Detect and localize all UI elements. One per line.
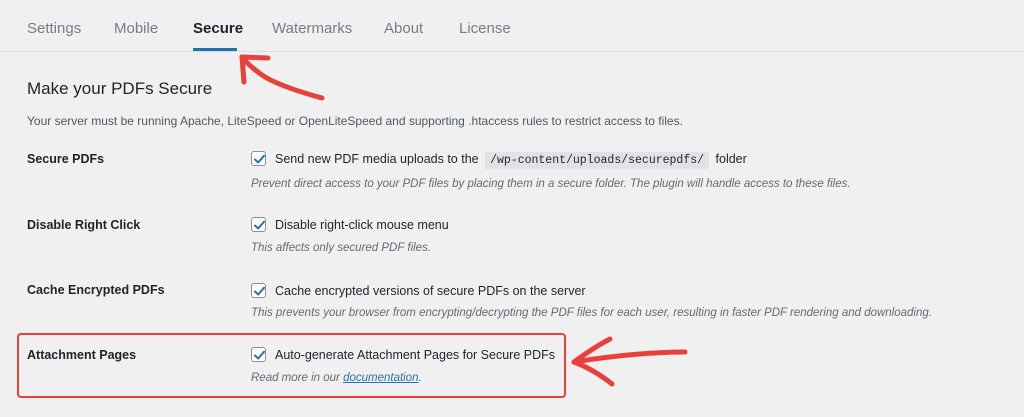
checkmark-icon — [254, 286, 265, 296]
checkbox-cache-encrypted-pdfs[interactable] — [251, 283, 266, 298]
disable-right-click-description: This affects only secured PDF files. — [251, 242, 432, 254]
tab-license[interactable]: License — [459, 20, 511, 37]
highlight-box — [17, 333, 566, 398]
checkbox-disable-right-click[interactable] — [251, 217, 266, 232]
active-tab-indicator — [193, 48, 237, 51]
documentation-link[interactable]: documentation — [343, 372, 418, 384]
section-intro: Your server must be running Apache, Lite… — [27, 114, 683, 128]
tab-mobile[interactable]: Mobile — [114, 20, 158, 37]
attachment-pages-option-text: Auto-generate Attachment Pages for Secur… — [275, 348, 556, 362]
description-prefix: Read more in our — [251, 372, 340, 384]
label-cache-encrypted-pdfs: Cache Encrypted PDFs — [27, 283, 165, 297]
cache-encrypted-option-text: Cache encrypted versions of secure PDFs … — [275, 284, 586, 298]
secure-pdfs-option-text: Send new PDF media uploads to the /wp-co… — [275, 152, 747, 169]
tab-watermarks[interactable]: Watermarks — [272, 20, 352, 37]
label-secure-pdfs: Secure PDFs — [27, 152, 105, 166]
checkmark-icon — [254, 220, 265, 230]
settings-tabs: Settings Mobile Secure Watermarks About … — [0, 0, 1024, 52]
checkmark-icon — [254, 154, 265, 164]
checkmark-icon — [254, 350, 265, 360]
section-heading: Make your PDFs Secure — [27, 79, 213, 98]
label-disable-right-click: Disable Right Click — [27, 218, 141, 232]
attachment-pages-description: Read more in our documentation. — [251, 372, 422, 384]
option-text-before: Send new PDF media uploads to the — [275, 152, 479, 166]
secure-pdfs-description: Prevent direct access to your PDF files … — [251, 178, 851, 190]
tab-settings[interactable]: Settings — [27, 20, 81, 37]
tab-secure[interactable]: Secure — [193, 20, 243, 37]
secure-folder-path: /wp-content/uploads/securepdfs/ — [485, 152, 710, 169]
disable-right-click-option-text: Disable right-click mouse menu — [275, 218, 449, 232]
label-attachment-pages: Attachment Pages — [27, 348, 137, 362]
cache-encrypted-description: This prevents your browser from encrypti… — [251, 307, 932, 319]
description-suffix: . — [418, 372, 422, 384]
checkbox-secure-pdfs[interactable] — [251, 151, 266, 166]
option-text-after: folder — [715, 152, 747, 166]
tab-about[interactable]: About — [384, 20, 423, 37]
checkbox-attachment-pages[interactable] — [251, 347, 266, 362]
